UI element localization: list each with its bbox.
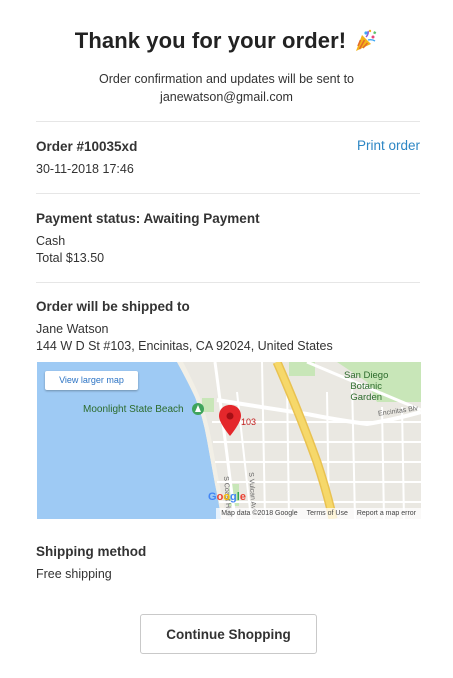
thank-you-header: Thank you for your order! <box>0 28 453 54</box>
page-title-text: Thank you for your order! <box>74 28 347 53</box>
shipping-address-title: Order will be shipped to <box>36 299 190 314</box>
shipping-method-title: Shipping method <box>36 544 147 559</box>
divider <box>36 121 420 122</box>
garden-label-line: Botanic <box>350 381 383 392</box>
garden-label-line: Garden <box>350 392 383 403</box>
garden-label-line: San Diego <box>344 370 389 381</box>
shipping-address: 144 W D St #103, Encinitas, CA 92024, Un… <box>36 339 333 353</box>
payment-section: Payment status: Awaiting Payment Cash To… <box>36 210 420 267</box>
customer-email: janewatson@gmail.com <box>160 90 293 104</box>
party-popper-icon <box>356 29 377 51</box>
shipping-map[interactable]: View larger map Moonlight State Beach Sa… <box>37 362 421 519</box>
continue-shopping-button[interactable]: Continue Shopping <box>140 614 317 654</box>
google-logo: Google <box>208 491 246 503</box>
garden-label: San Diego Botanic Garden <box>344 370 388 403</box>
map-attribution-bar: Map data ©2018 Google Terms of Use Repor… <box>216 508 421 519</box>
shipping-address-section: Order will be shipped to Jane Watson 144… <box>36 298 420 355</box>
divider <box>36 193 420 194</box>
report-map-error-link[interactable]: Report a map error <box>357 510 416 517</box>
shipping-method-section: Shipping method Free shipping <box>36 543 420 583</box>
payment-method: Cash <box>36 234 66 248</box>
order-total: Total $13.50 <box>36 251 105 265</box>
confirmation-text: Order confirmation and updates will be s… <box>99 72 354 86</box>
map-attribution: Map data ©2018 Google <box>221 510 298 517</box>
payment-status: Payment status: Awaiting Payment <box>36 211 260 226</box>
page-title: Thank you for your order! <box>75 28 378 54</box>
terms-link[interactable]: Terms of Use <box>307 510 348 517</box>
recipient-name: Jane Watson <box>36 322 109 336</box>
order-info-section: Order #10035xd 30-11-2018 17:46 Print or… <box>36 138 420 178</box>
order-date: 30-11-2018 17:46 <box>36 162 134 176</box>
print-order-link[interactable]: Print order <box>357 138 420 153</box>
shipping-method-value: Free shipping <box>36 567 112 581</box>
beach-label: Moonlight State Beach <box>83 404 184 415</box>
view-larger-map-button[interactable]: View larger map <box>45 371 138 390</box>
pin-label: 103 <box>241 417 257 427</box>
confirmation-notice: Order confirmation and updates will be s… <box>0 70 453 106</box>
divider <box>36 282 420 283</box>
